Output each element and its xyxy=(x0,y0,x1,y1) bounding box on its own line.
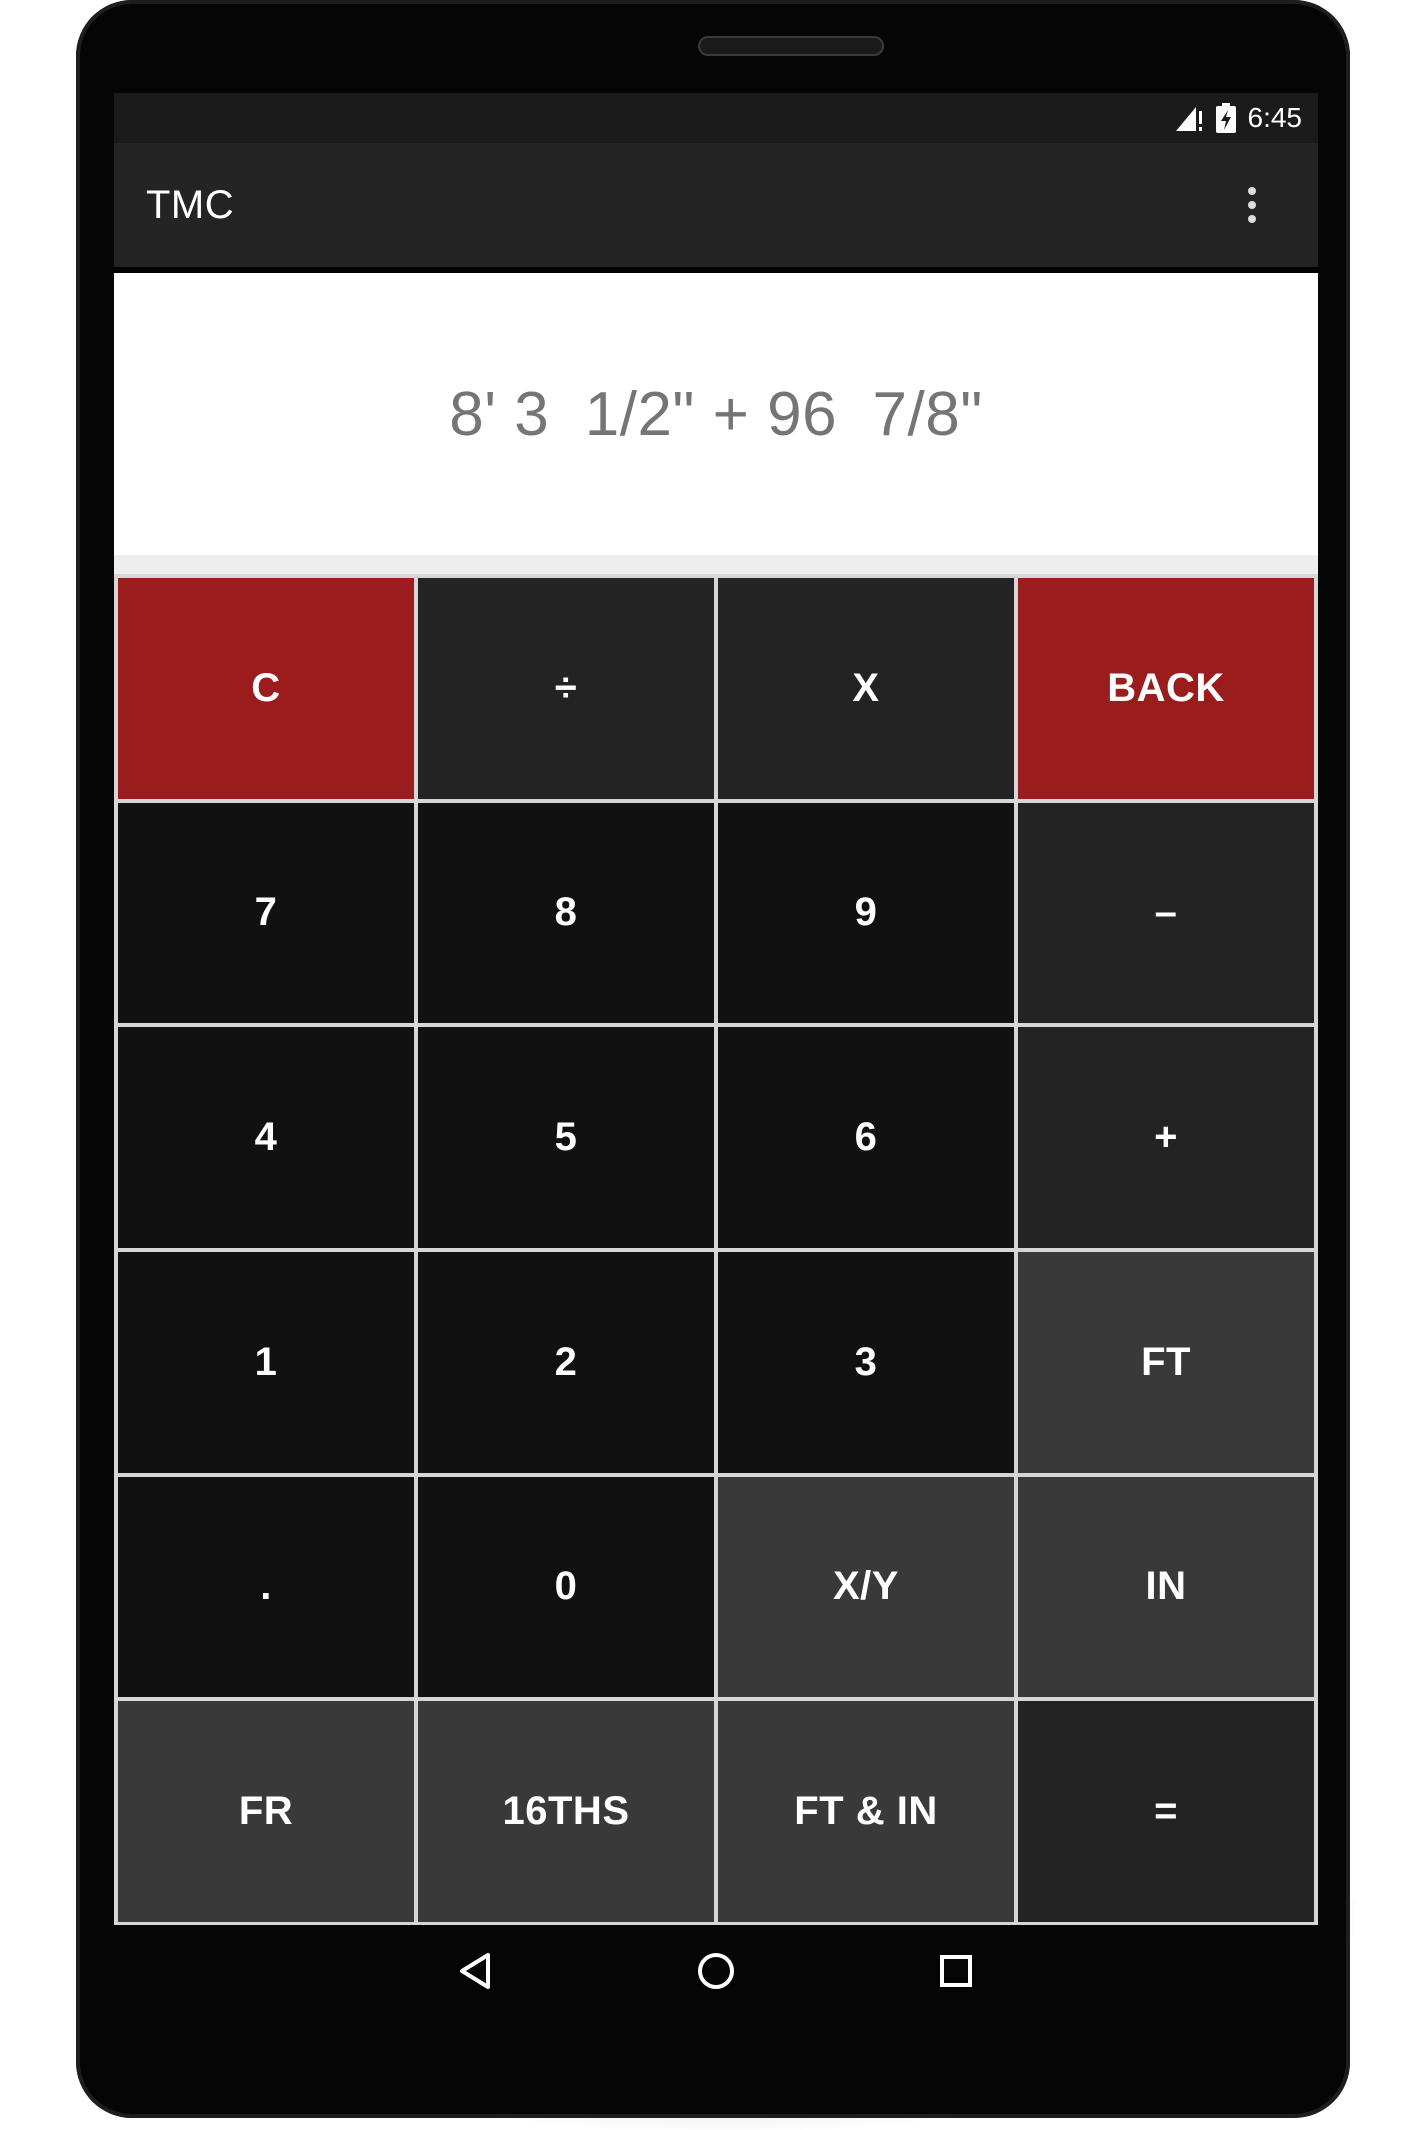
key-minus-button[interactable]: – xyxy=(1018,802,1314,1024)
app-toolbar: TMC xyxy=(114,143,1318,267)
key-0-button[interactable]: 0 xyxy=(418,1476,714,1698)
more-vert-icon[interactable] xyxy=(1246,187,1258,223)
key-in-button[interactable]: IN xyxy=(1018,1476,1314,1698)
status-bar: 6:45 xyxy=(114,93,1318,143)
key-9-button[interactable]: 9 xyxy=(718,802,1014,1024)
key-6-button[interactable]: 6 xyxy=(718,1027,1014,1248)
key-equals-button[interactable]: = xyxy=(1018,1701,1314,1922)
navigation-bar xyxy=(114,1926,1318,2016)
key-ft-button[interactable]: FT xyxy=(1018,1252,1314,1473)
key-divide-button[interactable]: ÷ xyxy=(418,578,714,799)
key-c-button[interactable]: C xyxy=(118,578,414,799)
key-3-button[interactable]: 3 xyxy=(718,1252,1014,1473)
keypad: C ÷ X BACK 7 8 9– 4 5 6 +1 2 3 FT. 0 X/Y IN FR 16THS FT & I… xyxy=(114,574,1318,1925)
back-triangle-icon[interactable] xyxy=(454,1949,498,1993)
calculator-display: 8' 3 1/2" + 96 7/8" xyxy=(114,273,1318,555)
screen: 6:45 TMC 8' 3 1/2" + 96 7/8" C ÷ X BACK 7 8 9–… xyxy=(114,93,1318,1925)
key-2-button[interactable]: 2 xyxy=(418,1252,714,1473)
key-4-button[interactable]: 4 xyxy=(118,1027,414,1248)
key-fraction-button[interactable]: X/Y xyxy=(718,1476,1014,1698)
key-multiply-button[interactable]: X xyxy=(718,578,1014,799)
key-back-button[interactable]: BACK xyxy=(1018,578,1314,799)
key-7-button[interactable]: 7 xyxy=(118,802,414,1024)
key-sixteenths-button[interactable]: 16THS xyxy=(418,1701,714,1922)
key-8-button[interactable]: 8 xyxy=(418,802,714,1024)
app-title: TMC xyxy=(146,183,235,227)
key-5-button[interactable]: 5 xyxy=(418,1027,714,1248)
status-time: 6:45 xyxy=(1247,102,1303,133)
key-plus-button[interactable]: + xyxy=(1018,1027,1314,1248)
key-fr-button[interactable]: FR xyxy=(118,1701,414,1922)
recents-square-icon[interactable] xyxy=(934,1949,978,1993)
expression-text: 8' 3 1/2" + 96 7/8" xyxy=(449,379,983,449)
signal-icon xyxy=(1175,107,1202,131)
status-icons: 6:45 xyxy=(1174,93,1303,143)
battery-charging-icon xyxy=(1215,103,1236,133)
display-divider xyxy=(114,555,1318,574)
key-decimal-button[interactable]: . xyxy=(118,1476,414,1698)
home-circle-icon[interactable] xyxy=(694,1949,738,1993)
key-1-button[interactable]: 1 xyxy=(118,1252,414,1473)
speaker-grille xyxy=(698,36,884,56)
key-ft-and-in-button[interactable]: FT & IN xyxy=(718,1701,1014,1922)
